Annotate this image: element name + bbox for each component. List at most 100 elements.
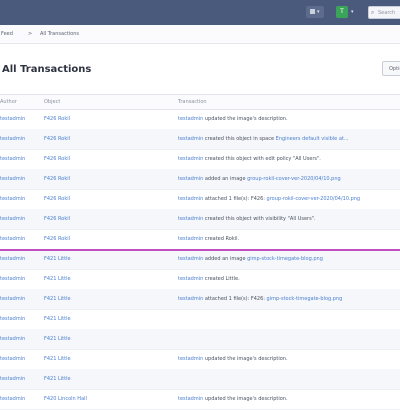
- transaction-text: testadmin created Little.: [178, 276, 240, 282]
- table-row: testadmin F421 Little testadmin created Li…: [0, 269, 400, 290]
- object-link[interactable]: F426 Rokil: [44, 216, 70, 222]
- object-link[interactable]: F421 Little: [44, 256, 71, 262]
- table-row: testadmin F421 Little testadmin updated th…: [0, 349, 400, 370]
- transaction-text: testadmin added an image gimp-stock-time…: [178, 256, 323, 262]
- grid-icon: [310, 9, 315, 14]
- actor-link[interactable]: testadmin: [178, 276, 203, 282]
- author-link[interactable]: testadmin: [0, 376, 25, 382]
- author-link[interactable]: testadmin: [0, 156, 25, 162]
- table-row: testadmin F426 Rokil testadmin added an im…: [0, 169, 400, 190]
- transaction-description: created this object with edit policy "Al…: [203, 156, 321, 162]
- chevron-down-icon[interactable]: ▾: [351, 9, 354, 15]
- transaction-object-link[interactable]: group-rokil-cover-ver-2020/04/10.png: [247, 176, 341, 182]
- object-link[interactable]: F426 Rokil: [44, 196, 70, 202]
- table-row: testadmin F426 Rokil testadmin created thi…: [0, 129, 400, 150]
- transaction-object-link[interactable]: Engineers default visible at...: [276, 136, 349, 142]
- search-input[interactable]: ⌕ Search: [368, 6, 400, 19]
- author-link[interactable]: testadmin: [0, 196, 25, 202]
- transaction-object-link[interactable]: gimp-stock-timegate-blog.png: [247, 256, 323, 262]
- column-transaction: Transaction: [178, 99, 207, 105]
- table-row: testadmin F426 Rokil testadmin updated the…: [0, 109, 400, 130]
- actor-link[interactable]: testadmin: [178, 196, 203, 202]
- table-row: testadmin F421 Little testadmin attached 1…: [0, 289, 400, 310]
- breadcrumb-item-all-transactions: All Transactions: [40, 31, 79, 37]
- object-link[interactable]: F421 Little: [44, 316, 71, 322]
- actor-link[interactable]: testadmin: [178, 156, 203, 162]
- object-link[interactable]: F421 Little: [44, 376, 71, 382]
- actor-link[interactable]: testadmin: [178, 256, 203, 262]
- object-link[interactable]: F426 Rokil: [44, 176, 70, 182]
- search-icon: ⌕: [371, 9, 375, 16]
- actor-link[interactable]: testadmin: [178, 356, 203, 362]
- actor-link[interactable]: testadmin: [178, 176, 203, 182]
- transaction-object-link[interactable]: gimp-stock-timegate-blog.png: [267, 296, 343, 302]
- author-link[interactable]: testadmin: [0, 136, 25, 142]
- actor-link[interactable]: testadmin: [178, 236, 203, 242]
- transaction-text: testadmin attached 1 file(s): F426: gimp…: [178, 296, 342, 302]
- transaction-description: created Little.: [203, 276, 240, 282]
- author-link[interactable]: testadmin: [0, 276, 25, 282]
- new-transactions-divider: [0, 249, 400, 251]
- actor-link[interactable]: testadmin: [178, 136, 203, 142]
- transaction-description: attached 1 file(s): F426:: [203, 296, 267, 302]
- transaction-text: testadmin updated the image's descriptio…: [178, 396, 288, 402]
- page-title: All Transactions: [2, 64, 92, 75]
- object-link[interactable]: F421 Little: [44, 336, 71, 342]
- table-row: testadmin F426 Rokil testadmin created thi…: [0, 149, 400, 170]
- object-link[interactable]: F426 Rokil: [44, 116, 70, 122]
- object-link[interactable]: F421 Little: [44, 356, 71, 362]
- table-row: testadmin F426 Rokil testadmin attached 1 …: [0, 189, 400, 210]
- transaction-text: testadmin added an image group-rokil-cov…: [178, 176, 341, 182]
- options-button[interactable]: Options: [382, 61, 400, 76]
- transaction-description: updated the image's description.: [203, 396, 288, 402]
- actor-link[interactable]: testadmin: [178, 116, 203, 122]
- object-link[interactable]: F421 Little: [44, 276, 71, 282]
- transaction-description: updated the image's description.: [203, 356, 288, 362]
- transaction-text: testadmin created this object with edit …: [178, 156, 321, 162]
- transaction-text: testadmin created Rokil.: [178, 236, 239, 242]
- column-object: Object: [44, 99, 61, 105]
- object-link[interactable]: F420 Lincoln Hall: [44, 396, 87, 402]
- table-row: testadmin F426 Rokil testadmin created Rok…: [0, 229, 400, 250]
- author-link[interactable]: testadmin: [0, 256, 25, 262]
- author-link[interactable]: testadmin: [0, 296, 25, 302]
- transaction-text: testadmin updated the image's descriptio…: [178, 116, 288, 122]
- author-link[interactable]: testadmin: [0, 336, 25, 342]
- app-menu-button[interactable]: ▾: [306, 6, 324, 18]
- transaction-description: updated the image's description.: [203, 116, 288, 122]
- transaction-description: added an image: [203, 176, 248, 182]
- transaction-text: testadmin updated the image's descriptio…: [178, 356, 288, 362]
- actor-link[interactable]: testadmin: [178, 396, 203, 402]
- object-link[interactable]: F426 Rokil: [44, 156, 70, 162]
- table-row: testadmin F421 Little testadmin added an i…: [0, 249, 400, 270]
- transaction-description: attached 1 file(s): F426:: [203, 196, 267, 202]
- author-link[interactable]: testadmin: [0, 176, 25, 182]
- column-author: Author: [0, 99, 17, 105]
- actor-link[interactable]: testadmin: [178, 296, 203, 302]
- table-row: testadmin F421 Little: [0, 309, 400, 330]
- transaction-description: created this object with visibility "All…: [203, 216, 316, 222]
- object-link[interactable]: F426 Rokil: [44, 236, 70, 242]
- author-link[interactable]: testadmin: [0, 236, 25, 242]
- author-link[interactable]: testadmin: [0, 116, 25, 122]
- transaction-description: created this object in space: [203, 136, 276, 142]
- author-link[interactable]: testadmin: [0, 216, 25, 222]
- author-link[interactable]: testadmin: [0, 316, 25, 322]
- chevron-down-icon: ▾: [317, 9, 320, 15]
- actor-link[interactable]: testadmin: [178, 216, 203, 222]
- author-link[interactable]: testadmin: [0, 356, 25, 362]
- table-header: Author Object Transaction: [0, 94, 400, 110]
- breadcrumb: Feed > All Transactions: [0, 25, 400, 44]
- user-avatar[interactable]: T: [336, 6, 348, 18]
- breadcrumb-item-feed[interactable]: Feed: [1, 31, 13, 37]
- transaction-text: testadmin attached 1 file(s): F426: grou…: [178, 196, 360, 202]
- search-placeholder: Search: [378, 10, 396, 16]
- author-link[interactable]: testadmin: [0, 396, 25, 402]
- transaction-text: testadmin created this object in space E…: [178, 136, 349, 142]
- transaction-object-link[interactable]: group-rokil-cover-ver-2020/04/10.png: [267, 196, 361, 202]
- transaction-text: testadmin created this object with visib…: [178, 216, 316, 222]
- table-row: testadmin F421 Little: [0, 369, 400, 390]
- transaction-description: created Rokil.: [203, 236, 240, 242]
- object-link[interactable]: F426 Rokil: [44, 136, 70, 142]
- object-link[interactable]: F421 Little: [44, 296, 71, 302]
